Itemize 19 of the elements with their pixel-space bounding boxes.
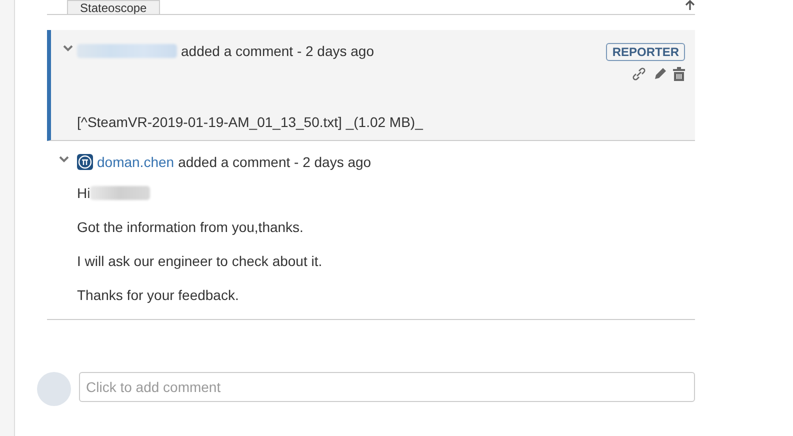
avatar-icon	[77, 154, 93, 170]
chevron-icon[interactable]	[63, 44, 73, 52]
comment-text: [^SteamVR-2019-01-19-AM_01_13_50.txt] _(1.02 MB)_	[77, 114, 424, 130]
author-link[interactable]: doman.chen	[97, 154, 174, 170]
comment-text: I will ask our engineer to check about it.	[77, 253, 324, 269]
reporter-badge: REPORTER	[606, 43, 685, 61]
chevron-icon[interactable]	[59, 155, 69, 163]
link-icon[interactable]	[631, 67, 647, 81]
comment-text: Hi	[77, 185, 90, 201]
comment-text: Got the information from you,thanks.	[77, 219, 304, 235]
delete-icon[interactable]	[673, 67, 685, 81]
edit-icon[interactable]	[653, 67, 667, 81]
comment-field[interactable]: Click to add comment	[79, 372, 695, 402]
up-arrow-icon[interactable]	[685, 0, 695, 10]
comment-meta: added a comment - 2 days ago	[181, 43, 374, 59]
comment-meta: added a comment - 2 days ago	[178, 154, 372, 170]
redacted-name	[90, 186, 150, 200]
comment-text: Thanks for your feedback.	[77, 287, 240, 303]
user-avatar	[37, 372, 71, 406]
